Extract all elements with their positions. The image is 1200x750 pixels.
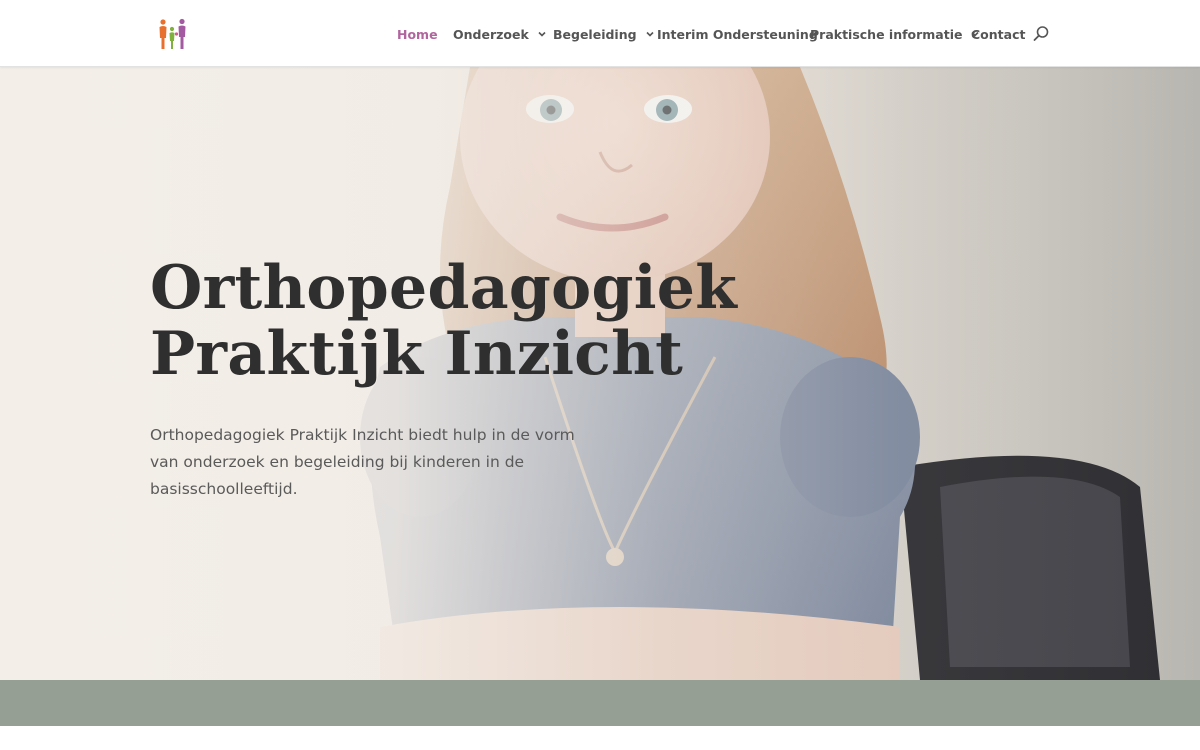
nav-interim-ondersteuning[interactable]: Interim Ondersteuning xyxy=(657,25,818,43)
hero-title: Orthopedagogiek Praktijk Inzicht xyxy=(150,253,738,389)
search-icon[interactable] xyxy=(1033,25,1050,42)
nav-praktische-informatie[interactable]: Praktische informatie xyxy=(810,25,980,43)
nav-praktische-label: Praktische informatie xyxy=(810,26,963,42)
nav-interim-label: Interim Ondersteuning xyxy=(657,26,818,42)
chevron-down-icon xyxy=(538,31,546,37)
nav-onderzoek-label: Onderzoek xyxy=(453,26,529,42)
chevron-down-icon xyxy=(645,31,654,37)
hero-section: Orthopedagogiek Praktijk Inzicht Orthope… xyxy=(0,67,1200,680)
nav-contact-label: Contact xyxy=(971,26,1026,42)
hero-description: Orthopedagogiek Praktijk Inzicht biedt h… xyxy=(150,426,575,498)
nav-begeleiding[interactable]: Begeleiding xyxy=(553,25,655,43)
nav-contact[interactable]: Contact xyxy=(971,25,1025,43)
nav-home-label: Home xyxy=(397,26,438,42)
main-nav: Home Onderzoek Begeleiding Interim Onder… xyxy=(0,0,1200,67)
nav-home[interactable]: Home xyxy=(397,25,438,43)
site-header: Home Onderzoek Begeleiding Interim Onder… xyxy=(0,0,1200,67)
nav-onderzoek[interactable]: Onderzoek xyxy=(453,25,547,43)
section-divider-band xyxy=(0,680,1200,726)
page-bottom-strip xyxy=(0,726,1200,750)
nav-begeleiding-label: Begeleiding xyxy=(553,26,637,42)
